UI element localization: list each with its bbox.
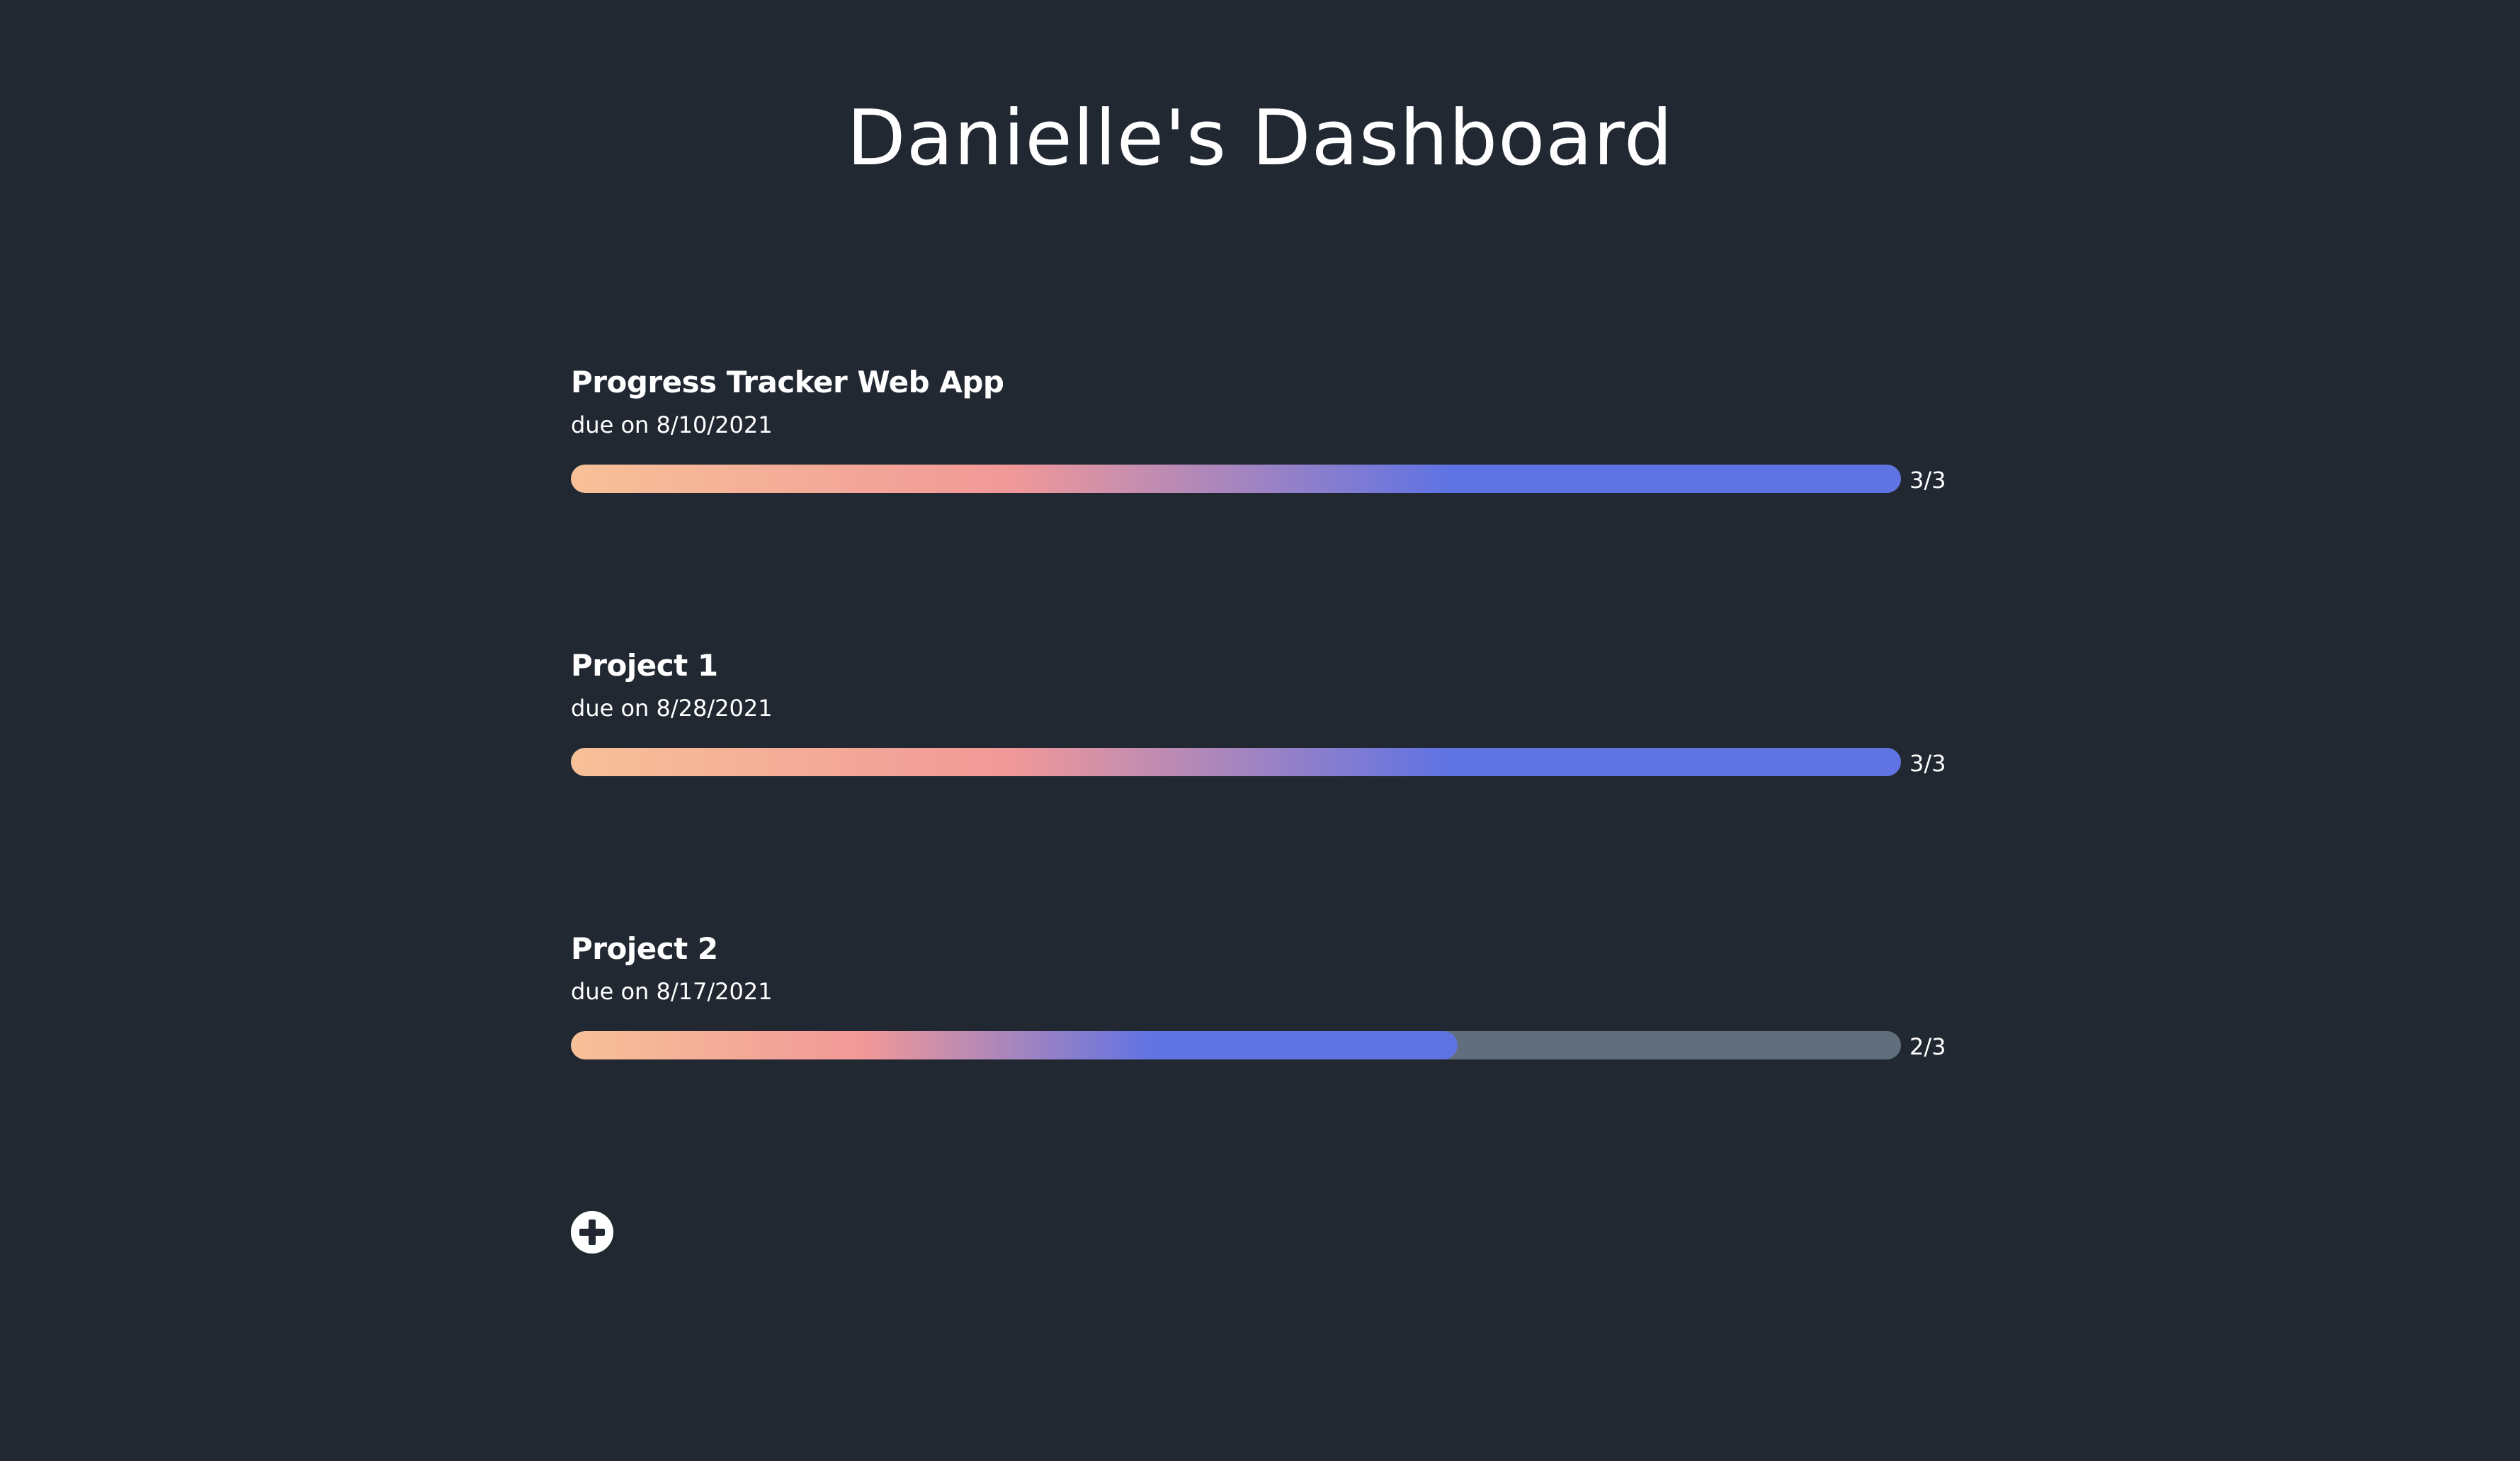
project-name[interactable]: Progress Tracker Web App: [571, 360, 1004, 405]
progress-bar-fill: [571, 465, 1901, 493]
add-project-button[interactable]: [571, 1211, 613, 1253]
project-card[interactable]: Progress Tracker Web App due on 8/10/202…: [571, 360, 1987, 643]
progress-count: 3/3: [1909, 467, 1946, 494]
project-list: Progress Tracker Web App due on 8/10/202…: [571, 360, 1987, 1210]
project-name[interactable]: Project 2: [571, 926, 718, 972]
progress-count: 3/3: [1909, 750, 1946, 777]
progress-bar[interactable]: [571, 1031, 1901, 1059]
project-due-date: due on 8/28/2021: [571, 695, 773, 722]
project-due-date: due on 8/10/2021: [571, 411, 773, 438]
project-card[interactable]: Project 1 due on 8/28/2021 3/3: [571, 643, 1987, 926]
project-due-date: due on 8/17/2021: [571, 978, 773, 1005]
progress-bar[interactable]: [571, 748, 1901, 776]
progress-bar-fill: [571, 748, 1901, 776]
project-name[interactable]: Project 1: [571, 643, 718, 688]
progress-bar[interactable]: [571, 465, 1901, 493]
plus-circle-icon: [571, 1211, 613, 1253]
page-title: Danielle's Dashboard: [846, 94, 1674, 183]
progress-count: 2/3: [1909, 1033, 1946, 1060]
project-card[interactable]: Project 2 due on 8/17/2021 2/3: [571, 926, 1987, 1210]
progress-bar-fill: [571, 1031, 1458, 1059]
